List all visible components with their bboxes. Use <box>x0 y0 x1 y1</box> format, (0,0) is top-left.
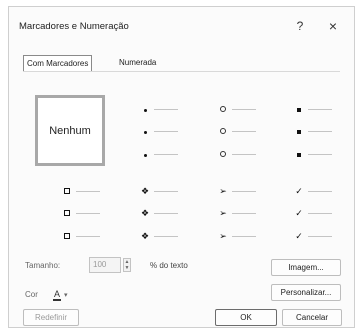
hollow-square-bullet-icon <box>61 206 73 220</box>
bullet-style-hollow-square[interactable] <box>61 229 100 243</box>
bullets-numbering-dialog: Marcadores e Numeração ? × Com Marcadore… <box>8 6 355 328</box>
bullet-style-filled-round[interactable] <box>139 102 178 116</box>
bullet-style-hollow-round[interactable] <box>217 102 256 116</box>
color-label: Cor <box>25 290 38 299</box>
bullet-style-hollow-round[interactable] <box>217 124 256 138</box>
color-picker[interactable]: A ▾ <box>53 288 93 302</box>
hollow-round-bullet-icon <box>217 124 229 138</box>
hollow-square-bullet-icon <box>61 184 73 198</box>
four-diamond-bullet-icon: ❖ <box>140 208 150 218</box>
filled-round-bullet-icon <box>139 102 151 116</box>
bullet-style-arrowhead[interactable]: ➢ <box>217 184 256 198</box>
help-button[interactable]: ? <box>289 17 311 35</box>
bullet-style-filled-square[interactable] <box>293 124 332 138</box>
checkmark-bullet-icon: ✓ <box>295 186 303 196</box>
bullet-style-hollow-square[interactable] <box>61 206 100 220</box>
bullet-style-four-diamond[interactable]: ❖ <box>139 184 178 198</box>
hollow-round-bullet-icon <box>217 147 229 161</box>
cancel-button[interactable]: Cancelar <box>282 309 342 326</box>
close-button[interactable]: × <box>322 17 344 35</box>
bullet-style-arrowhead[interactable]: ➢ <box>217 229 256 243</box>
size-unit-label: % do texto <box>150 261 188 270</box>
filled-round-bullet-icon <box>139 124 151 138</box>
tab-bulleted[interactable]: Com Marcadores <box>23 55 93 72</box>
tab-divider <box>23 71 340 72</box>
filled-square-bullet-icon <box>293 102 305 116</box>
bullet-style-checkmark[interactable]: ✓ <box>293 229 332 243</box>
image-button[interactable]: Imagem... <box>271 259 341 276</box>
hollow-round-bullet-icon <box>217 102 229 116</box>
hollow-square-bullet-icon <box>61 229 73 243</box>
none-label: Nenhum <box>49 124 91 137</box>
font-color-icon: A <box>53 289 62 301</box>
checkmark-bullet-icon: ✓ <box>295 231 303 241</box>
bullet-style-hollow-round[interactable] <box>217 147 256 161</box>
customize-button[interactable]: Personalizar... <box>271 284 341 301</box>
filled-square-bullet-icon <box>293 124 305 138</box>
chevron-down-icon: ▾ <box>64 292 68 299</box>
size-label: Tamanho: <box>25 261 61 270</box>
filled-round-bullet-icon <box>139 147 151 161</box>
bullet-style-hollow-square[interactable] <box>61 184 100 198</box>
size-spinner[interactable]: ▲ ▼ <box>123 258 131 272</box>
arrowhead-bullet-icon: ➢ <box>219 186 227 196</box>
bullet-style-none[interactable]: Nenhum <box>35 95 105 166</box>
title-bar: Marcadores e Numeração ? × <box>9 7 354 41</box>
bullet-style-arrowhead[interactable]: ➢ <box>217 206 256 220</box>
spin-down-icon[interactable]: ▼ <box>124 265 130 271</box>
arrowhead-bullet-icon: ➢ <box>219 231 227 241</box>
bullet-style-filled-square[interactable] <box>293 147 332 161</box>
bullet-style-filled-round[interactable] <box>139 124 178 138</box>
dialog-title: Marcadores e Numeração <box>19 21 129 32</box>
four-diamond-bullet-icon: ❖ <box>140 186 150 196</box>
bullet-style-filled-square[interactable] <box>293 102 332 116</box>
size-input[interactable]: 100 <box>89 257 121 273</box>
reset-button[interactable]: Redefinir <box>23 309 79 326</box>
bullet-style-four-diamond[interactable]: ❖ <box>139 229 178 243</box>
tab-numbered[interactable]: Numerada <box>116 55 159 70</box>
bullet-style-checkmark[interactable]: ✓ <box>293 184 332 198</box>
bullet-style-filled-round[interactable] <box>139 147 178 161</box>
ok-button[interactable]: OK <box>215 309 277 326</box>
filled-square-bullet-icon <box>293 147 305 161</box>
bullet-style-checkmark[interactable]: ✓ <box>293 206 332 220</box>
four-diamond-bullet-icon: ❖ <box>140 231 150 241</box>
bullet-style-four-diamond[interactable]: ❖ <box>139 206 178 220</box>
checkmark-bullet-icon: ✓ <box>295 208 303 218</box>
arrowhead-bullet-icon: ➢ <box>219 208 227 218</box>
